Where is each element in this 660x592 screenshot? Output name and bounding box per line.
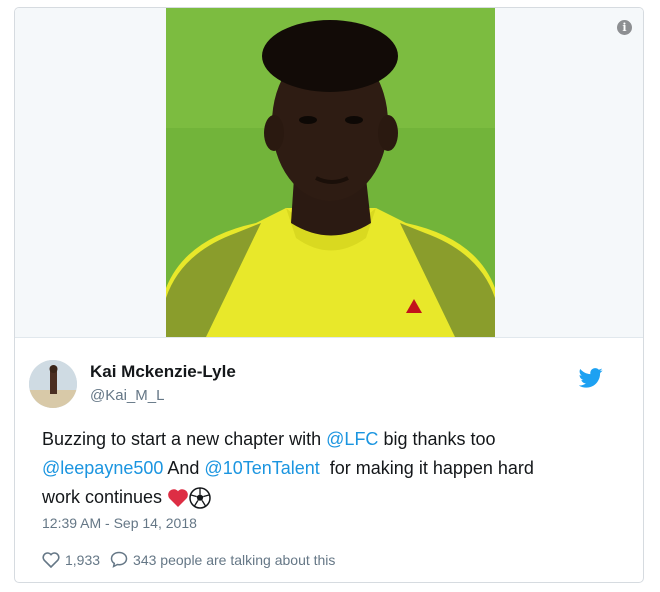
red-heart-icon: [168, 489, 188, 508]
tweet-text-part: Buzzing to start a new chapter with: [42, 429, 327, 449]
tweet-timestamp[interactable]: 12:39 AM - Sep 14, 2018: [42, 515, 197, 531]
tweet-header: Kai Mckenzie-Lyle @Kai_M_L: [29, 358, 609, 414]
tweet-text-part: for making it happen hard: [319, 458, 534, 478]
tweet-card: i Kai Mckenzie-Lyle @Kai_M_L Buzzing to …: [14, 7, 644, 583]
player-photo[interactable]: [166, 8, 495, 337]
like-count: 1,933: [65, 551, 101, 568]
author-handle[interactable]: @Kai_M_L: [90, 387, 164, 404]
reply-action[interactable]: 343 people are talking about this: [110, 551, 335, 568]
tweet-text-part: work continues: [42, 487, 163, 507]
tweet-text-part: And: [163, 458, 205, 478]
talking-about-text: 343 people are talking about this: [133, 551, 336, 568]
mention-lfc[interactable]: @LFC: [326, 429, 378, 449]
like-action[interactable]: 1,933: [42, 552, 100, 568]
avatar[interactable]: [29, 360, 77, 408]
mention-leepayne500[interactable]: @leepayne500: [42, 458, 163, 478]
info-icon[interactable]: i: [617, 20, 632, 35]
tweet-media[interactable]: i: [15, 8, 643, 338]
heart-outline-icon: [42, 551, 60, 568]
twitter-bird-icon[interactable]: [579, 368, 603, 388]
tweet-text-part: big thanks too: [378, 429, 496, 449]
tweet-actions: 1,933 343 people are talking about this: [42, 551, 345, 568]
mention-10tentalent[interactable]: @10TenTalent: [204, 458, 319, 478]
speech-bubble-icon: [110, 551, 128, 568]
author-name[interactable]: Kai Mckenzie-Lyle: [90, 362, 236, 382]
tweet-text: Buzzing to start a new chapter with @LFC…: [42, 425, 622, 512]
player-photo-image: [166, 8, 495, 337]
avatar-image: [29, 360, 77, 408]
soccer-ball-icon: [189, 487, 211, 509]
